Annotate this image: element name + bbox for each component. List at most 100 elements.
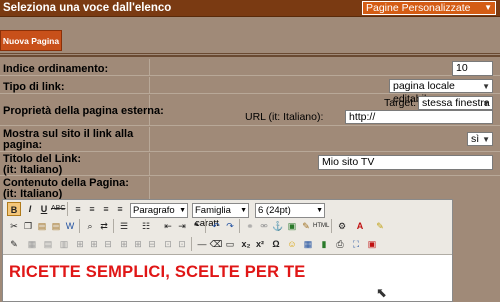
toolbar-row-3: ✎ ▦ ▤ ▥ ⊞ ⊞ ⊟ ⊞ ⊞ ⊟ ⊡ ⊡ — ⌫ ▭ x₂ x² Ω ☺ …	[5, 237, 450, 254]
paste-word-icon[interactable]: W	[63, 219, 77, 233]
col-after-icon[interactable]: ⊞	[131, 237, 145, 251]
spellcheck-icon[interactable]: ⚙	[335, 219, 349, 233]
copy-icon[interactable]: ❐	[21, 219, 35, 233]
emoticon-icon[interactable]: ☺	[285, 237, 299, 251]
flash-icon[interactable]: ▮	[317, 237, 331, 251]
form-row-ordering: Indice ordinamento: 10	[0, 59, 500, 76]
media-icon[interactable]: ▦	[301, 237, 315, 251]
form-row-link-title: Titolo del Link: (it: Italiano) Mio sito…	[0, 153, 500, 176]
link-title-label-2: (it: Italiano)	[3, 164, 63, 176]
format-value: Paragrafo	[133, 205, 175, 216]
font-size-value: 6 (24pt)	[258, 205, 291, 216]
html-icon[interactable]: HTML	[313, 219, 329, 233]
highlight-color-icon[interactable]: ✎	[373, 219, 387, 233]
target-label: Target:	[384, 97, 417, 109]
col-before-icon[interactable]: ⊞	[117, 237, 131, 251]
cell-props-icon[interactable]: ▥	[57, 237, 71, 251]
show-link-select[interactable]: sì ▼	[467, 132, 493, 146]
split-cells-icon[interactable]: ⊡	[161, 237, 175, 251]
print-icon[interactable]: ⎙	[333, 237, 347, 251]
edit-css-icon[interactable]: ✎	[7, 237, 21, 251]
chevron-down-icon: ▼	[482, 99, 490, 108]
fullscreen-icon[interactable]: ⛶	[349, 237, 363, 251]
target-select[interactable]: stessa finestra ▼	[418, 96, 493, 110]
paste-icon[interactable]: ▤	[35, 219, 49, 233]
numbered-list-icon[interactable]: ☷	[139, 219, 153, 233]
remove-format-icon[interactable]: ⌫	[209, 237, 223, 251]
link-type-label: Tipo di link:	[3, 81, 65, 93]
delete-row-icon[interactable]: ⊟	[101, 237, 115, 251]
blockquote-icon[interactable]: ❝	[189, 219, 203, 233]
chevron-down-icon: ▼	[240, 207, 247, 214]
merge-cells-icon[interactable]: ⊡	[175, 237, 189, 251]
show-link-value: sì	[471, 133, 480, 145]
ordering-label: Indice ordinamento:	[3, 63, 109, 75]
header-bar: Seleziona una voce dall'elenco Pagine Pe…	[0, 0, 500, 17]
anchor-icon[interactable]: ⚓	[271, 219, 285, 233]
editor-content-text[interactable]: RICETTE SEMPLICI, SCELTE PER TE	[9, 263, 306, 282]
unlink-icon[interactable]: ⚮	[257, 219, 271, 233]
align-left-icon[interactable]: ≡	[71, 202, 85, 216]
row-props-icon[interactable]: ▤	[41, 237, 55, 251]
form-row-link-type: Tipo di link: pagina locale editabile ▼	[0, 77, 500, 105]
outdent-icon[interactable]: ⇤	[161, 219, 175, 233]
font-size-select[interactable]: 6 (24pt) ▼	[255, 203, 325, 218]
row-before-icon[interactable]: ⊞	[73, 237, 87, 251]
preview-icon[interactable]: ▣	[365, 237, 379, 251]
bold-icon[interactable]: B	[7, 202, 21, 216]
delete-col-icon[interactable]: ⊟	[145, 237, 159, 251]
subscript-icon[interactable]: x₂	[239, 237, 253, 251]
external-label: Proprietà della pagina esterna:	[3, 105, 164, 117]
form-row-external: Proprietà della pagina esterna: Target: …	[0, 95, 500, 126]
chevron-down-icon: ▼	[484, 3, 492, 12]
visual-aid-icon[interactable]: ▭	[223, 237, 237, 251]
url-input[interactable]: http://	[345, 110, 493, 124]
redo-icon[interactable]: ↷	[223, 219, 237, 233]
bullet-list-icon[interactable]: ☰	[117, 219, 131, 233]
show-link-label-2: pagina:	[3, 139, 43, 151]
url-label: URL (it: Italiano):	[245, 111, 324, 123]
toolbar-row-1: B I U ABC ≡ ≡ ≡ ≡ Paragrafo ▼ Famiglia c…	[5, 202, 450, 229]
font-family-select[interactable]: Famiglia caratt ▼	[192, 203, 249, 229]
text-color-icon[interactable]: A	[353, 219, 367, 233]
horizontal-rule-icon[interactable]: —	[195, 237, 209, 251]
cut-icon[interactable]: ✂	[7, 219, 21, 233]
find-icon[interactable]: ⌕	[83, 219, 97, 233]
target-value: stessa finestra	[422, 97, 490, 109]
link-type-select[interactable]: pagina locale editabile ▼	[389, 79, 493, 105]
chevron-down-icon: ▼	[179, 207, 186, 214]
section-select[interactable]: Pagine Personalizzate ▼	[362, 1, 496, 15]
strikethrough-icon[interactable]: ABC	[51, 202, 65, 216]
toolbar-row-2: ✂ ❐ ▤ ▤ W ⌕ ⇄ ☰ ☷ ⇤ ⇥ ❝ ↶ ↷ ⚭ ⚮ ⚓ ▣ ✎ HT…	[5, 219, 450, 236]
new-page-button[interactable]: Nuova Pagina	[0, 30, 62, 51]
section-select-value: Pagine Personalizzate	[366, 2, 471, 14]
underline-icon[interactable]: U	[37, 202, 51, 216]
header-title: Seleziona una voce dall'elenco	[3, 2, 172, 14]
chevron-down-icon: ▼	[482, 135, 490, 144]
indent-icon[interactable]: ⇥	[175, 219, 189, 233]
replace-icon[interactable]: ⇄	[97, 219, 111, 233]
mouse-cursor-icon: ⬉	[376, 285, 387, 300]
row-after-icon[interactable]: ⊞	[87, 237, 101, 251]
editor-toolbar: B I U ABC ≡ ≡ ≡ ≡ Paragrafo ▼ Famiglia c…	[3, 200, 452, 255]
form-row-content: Contenuto della Pagina: (it: Italiano)	[0, 177, 500, 200]
link-title-input[interactable]: Mio sito TV	[318, 155, 493, 170]
undo-icon[interactable]: ↶	[209, 219, 223, 233]
format-select[interactable]: Paragrafo ▼	[130, 203, 188, 218]
align-justify-icon[interactable]: ≡	[113, 202, 127, 216]
image-icon[interactable]: ▣	[285, 219, 299, 233]
italic-icon[interactable]: I	[23, 202, 37, 216]
special-char-icon[interactable]: Ω	[269, 237, 283, 251]
ordering-input[interactable]: 10	[452, 61, 493, 76]
superscript-icon[interactable]: x²	[253, 237, 267, 251]
align-center-icon[interactable]: ≡	[85, 202, 99, 216]
divider	[0, 55, 500, 57]
table-icon[interactable]: ▦	[25, 237, 39, 251]
link-icon[interactable]: ⚭	[243, 219, 257, 233]
chevron-down-icon: ▼	[482, 82, 490, 91]
action-band	[0, 18, 500, 54]
align-right-icon[interactable]: ≡	[99, 202, 113, 216]
cleanup-icon[interactable]: ✎	[299, 219, 313, 233]
chevron-down-icon: ▼	[316, 207, 323, 214]
paste-text-icon[interactable]: ▤	[49, 219, 63, 233]
